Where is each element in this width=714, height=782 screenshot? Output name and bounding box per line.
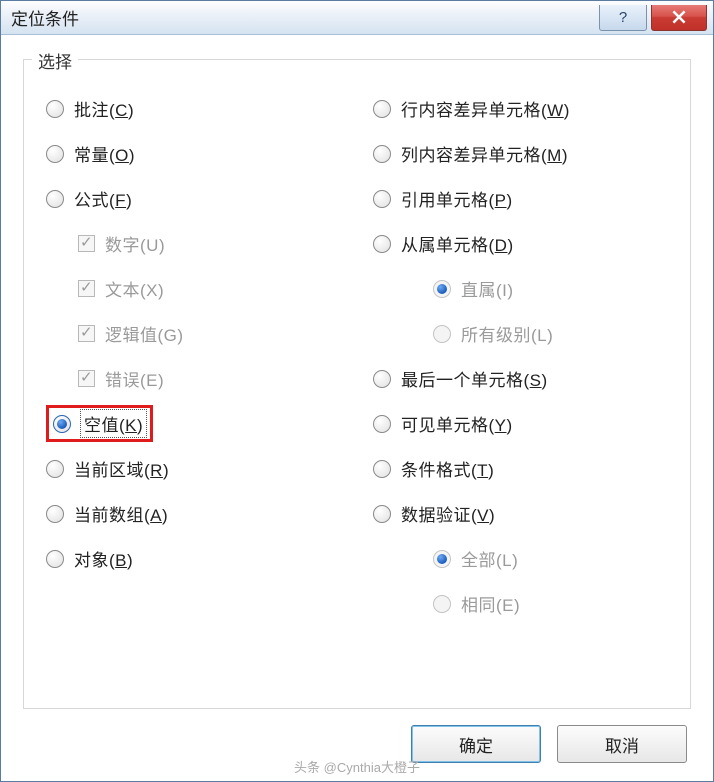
right-option-4: 直属(I) bbox=[367, 266, 674, 311]
radio-icon bbox=[433, 280, 451, 298]
option-label: 错误(E) bbox=[105, 366, 164, 391]
close-button[interactable] bbox=[651, 5, 707, 31]
left-option-4: 文本(X) bbox=[40, 266, 347, 311]
right-column: 行内容差异单元格(W) 列内容差异单元格(M) 引用单元格(P) 从属单元格(D) 直属… bbox=[367, 86, 674, 626]
groupbox-title: 选择 bbox=[32, 48, 78, 73]
right-option-9[interactable]: 数据验证(V) bbox=[367, 491, 674, 536]
option-label: 当前区域(R) bbox=[74, 456, 169, 481]
checkbox-icon bbox=[78, 325, 95, 342]
option-label: 引用单元格(P) bbox=[401, 186, 513, 211]
right-option-11: 相同(E) bbox=[367, 581, 674, 626]
checkbox-icon bbox=[78, 280, 95, 297]
radio-icon bbox=[46, 550, 64, 568]
close-icon bbox=[672, 10, 686, 24]
option-label: 从属单元格(D) bbox=[401, 231, 514, 256]
option-label: 列内容差异单元格(M) bbox=[401, 141, 568, 166]
radio-icon bbox=[373, 235, 391, 253]
radio-icon bbox=[46, 505, 64, 523]
left-option-0[interactable]: 批注(C) bbox=[40, 86, 347, 131]
radio-icon bbox=[46, 460, 64, 478]
left-option-3: 数字(U) bbox=[40, 221, 347, 266]
left-option-8[interactable]: 当前区域(R) bbox=[40, 446, 347, 491]
left-option-2[interactable]: 公式(F) bbox=[40, 176, 347, 221]
checkbox-icon bbox=[78, 235, 95, 252]
select-groupbox: 选择 批注(C)常量(O)公式(F)数字(U)文本(X)逻辑值(G)错误(E)空… bbox=[23, 59, 691, 709]
right-option-0[interactable]: 行内容差异单元格(W) bbox=[367, 86, 674, 131]
option-label: 最后一个单元格(S) bbox=[401, 366, 548, 391]
option-label: 相同(E) bbox=[461, 591, 520, 616]
option-label: 常量(O) bbox=[74, 141, 135, 166]
option-label: 可见单元格(Y) bbox=[401, 411, 513, 436]
left-option-7[interactable]: 空值(K) bbox=[40, 401, 347, 446]
button-bar: 确定 取消 bbox=[23, 709, 691, 767]
option-label: 空值(K) bbox=[81, 410, 146, 437]
right-option-5: 所有级别(L) bbox=[367, 311, 674, 356]
right-option-1[interactable]: 列内容差异单元格(M) bbox=[367, 131, 674, 176]
option-label: 所有级别(L) bbox=[461, 321, 553, 346]
ok-button[interactable]: 确定 bbox=[411, 725, 541, 763]
right-option-10: 全部(L) bbox=[367, 536, 674, 581]
radio-icon bbox=[373, 415, 391, 433]
option-label: 逻辑值(G) bbox=[105, 321, 184, 346]
dialog-content: 选择 批注(C) 常量(O) 公式(F) 数字(U) 文本(X) 逻辑值(G) 错误(E) 空… bbox=[1, 35, 713, 781]
options-columns: 批注(C) 常量(O) 公式(F) 数字(U) 文本(X) 逻辑值(G) 错误(E) 空值(K… bbox=[40, 86, 674, 626]
left-option-1[interactable]: 常量(O) bbox=[40, 131, 347, 176]
option-label: 数字(U) bbox=[105, 231, 165, 256]
go-to-special-dialog: 定位条件 ? 选择 批注(C) 常量(O) 公式(F) 数字(U) 文本(X) 逻辑值(G… bbox=[0, 0, 714, 782]
dialog-title: 定位条件 bbox=[11, 5, 599, 30]
radio-icon bbox=[373, 370, 391, 388]
help-button[interactable]: ? bbox=[599, 5, 647, 31]
left-option-5: 逻辑值(G) bbox=[40, 311, 347, 356]
highlight-box: 空值(K) bbox=[46, 405, 153, 442]
option-label: 公式(F) bbox=[74, 186, 132, 211]
left-option-9[interactable]: 当前数组(A) bbox=[40, 491, 347, 536]
radio-icon bbox=[373, 460, 391, 478]
left-column: 批注(C) 常量(O) 公式(F) 数字(U) 文本(X) 逻辑值(G) 错误(E) 空值(K… bbox=[40, 86, 347, 626]
titlebar: 定位条件 ? bbox=[1, 1, 713, 35]
radio-icon bbox=[373, 145, 391, 163]
left-option-6: 错误(E) bbox=[40, 356, 347, 401]
radio-icon bbox=[46, 100, 64, 118]
option-label: 当前数组(A) bbox=[74, 501, 168, 526]
option-label: 数据验证(V) bbox=[401, 501, 495, 526]
radio-icon bbox=[373, 190, 391, 208]
radio-icon bbox=[373, 100, 391, 118]
radio-icon bbox=[53, 415, 71, 433]
cancel-button[interactable]: 取消 bbox=[557, 725, 687, 763]
radio-icon bbox=[373, 505, 391, 523]
radio-icon bbox=[46, 190, 64, 208]
option-label: 对象(B) bbox=[74, 546, 133, 571]
radio-icon bbox=[433, 325, 451, 343]
option-label: 批注(C) bbox=[74, 96, 134, 121]
option-label: 直属(I) bbox=[461, 276, 514, 301]
checkbox-icon bbox=[78, 370, 95, 387]
option-label: 文本(X) bbox=[105, 276, 164, 301]
help-icon: ? bbox=[619, 9, 627, 26]
right-option-7[interactable]: 可见单元格(Y) bbox=[367, 401, 674, 446]
radio-icon bbox=[433, 595, 451, 613]
option-label: 条件格式(T) bbox=[401, 456, 494, 481]
option-label: 全部(L) bbox=[461, 546, 518, 571]
radio-icon bbox=[433, 550, 451, 568]
right-option-8[interactable]: 条件格式(T) bbox=[367, 446, 674, 491]
option-label: 行内容差异单元格(W) bbox=[401, 96, 570, 121]
right-option-6[interactable]: 最后一个单元格(S) bbox=[367, 356, 674, 401]
right-option-2[interactable]: 引用单元格(P) bbox=[367, 176, 674, 221]
right-option-3[interactable]: 从属单元格(D) bbox=[367, 221, 674, 266]
left-option-10[interactable]: 对象(B) bbox=[40, 536, 347, 581]
radio-icon bbox=[46, 145, 64, 163]
